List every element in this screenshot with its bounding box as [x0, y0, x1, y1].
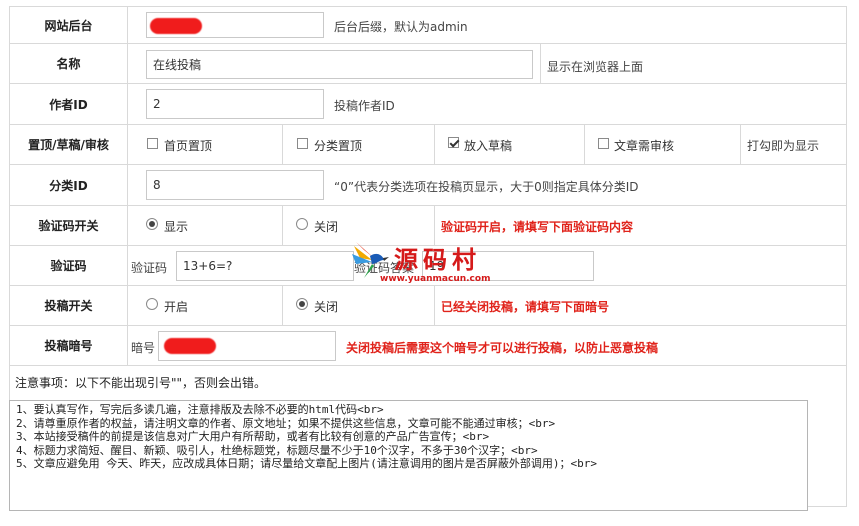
- category-id-input[interactable]: [146, 170, 324, 200]
- author-id-input[interactable]: [146, 89, 324, 119]
- draft-checkbox[interactable]: [448, 137, 459, 148]
- row-site-name: 名称 显示在浏览器上面: [10, 44, 846, 84]
- watermark-url: www.yuanmacun.com: [380, 274, 491, 284]
- row-label: 作者ID: [10, 84, 128, 124]
- review-checkbox[interactable]: [598, 138, 609, 149]
- captcha-question-input[interactable]: [176, 251, 354, 281]
- row-label: 名称: [10, 44, 128, 83]
- option-label: 分类置顶: [314, 139, 363, 153]
- top-home-checkbox[interactable]: [147, 138, 158, 149]
- row-category-id: 分类ID “0”代表分类选项在投稿页显示，大于0则指定具体分类ID: [10, 165, 846, 206]
- submit-open-radio[interactable]: [146, 298, 158, 310]
- redacted-mark: [164, 338, 216, 354]
- top-category-checkbox[interactable]: [297, 138, 308, 149]
- row-label: 验证码开关: [10, 206, 128, 245]
- captcha-switch-hint: 验证码开启，请填写下面验证码内容: [441, 220, 634, 234]
- author-id-hint: 投稿作者ID: [334, 99, 395, 113]
- option-label: 放入草稿: [464, 139, 513, 153]
- site-name-input[interactable]: [146, 50, 533, 79]
- watermark-text: 源码村: [394, 245, 481, 274]
- captcha-show-radio[interactable]: [146, 218, 158, 230]
- row-label: 验证码: [10, 246, 128, 285]
- redacted-mark: [150, 18, 202, 34]
- option-label: 关闭: [314, 220, 339, 234]
- row-label: 投稿暗号: [10, 326, 128, 365]
- flags-hint: 打勾即为显示: [747, 139, 820, 153]
- notice-textarea[interactable]: 1、要认真写作，写完后多读几遍，注意排版及去除不必要的html代码<br> 2、…: [9, 400, 808, 511]
- category-id-hint: “0”代表分类选项在投稿页显示，大于0则指定具体分类ID: [334, 180, 639, 194]
- row-submit-switch: 投稿开关 开启 关闭 已经关闭投稿，请填写下面暗号: [10, 286, 846, 326]
- site-name-hint: 显示在浏览器上面: [547, 60, 644, 74]
- watermark: 源码村 www.yuanmacun.com: [350, 238, 510, 288]
- row-label: 投稿开关: [10, 286, 128, 325]
- option-label: 文章需审核: [614, 139, 675, 153]
- row-label: 置顶/草稿/审核: [10, 125, 128, 164]
- admin-path-hint: 后台后缀，默认为admin: [334, 20, 468, 34]
- option-label: 开启: [164, 300, 189, 314]
- submit-switch-hint: 已经关闭投稿，请填写下面暗号: [441, 300, 610, 314]
- option-label: 首页置顶: [164, 139, 213, 153]
- submit-close-radio[interactable]: [296, 298, 308, 310]
- row-admin-path: 网站后台 后台后缀，默认为admin: [10, 7, 846, 44]
- row-passcode: 投稿暗号 暗号 关闭投稿后需要这个暗号才可以进行投稿，以防止恶意投稿: [10, 326, 846, 366]
- row-author-id: 作者ID 投稿作者ID: [10, 84, 846, 125]
- option-label: 显示: [164, 220, 189, 234]
- option-label: 关闭: [314, 300, 339, 314]
- notice-title: 注意事项：以下不能出现引号""，否则会出错。: [15, 376, 267, 390]
- captcha-question-label: 验证码: [131, 261, 168, 275]
- row-label: 分类ID: [10, 165, 128, 205]
- passcode-label: 暗号: [131, 341, 156, 355]
- row-flags: 置顶/草稿/审核 首页置顶 分类置顶 放入草稿 文章需审核 打勾即为显示: [10, 125, 846, 165]
- row-label: 网站后台: [10, 7, 128, 43]
- captcha-hide-radio[interactable]: [296, 218, 308, 230]
- passcode-hint: 关闭投稿后需要这个暗号才可以进行投稿，以防止恶意投稿: [346, 341, 659, 355]
